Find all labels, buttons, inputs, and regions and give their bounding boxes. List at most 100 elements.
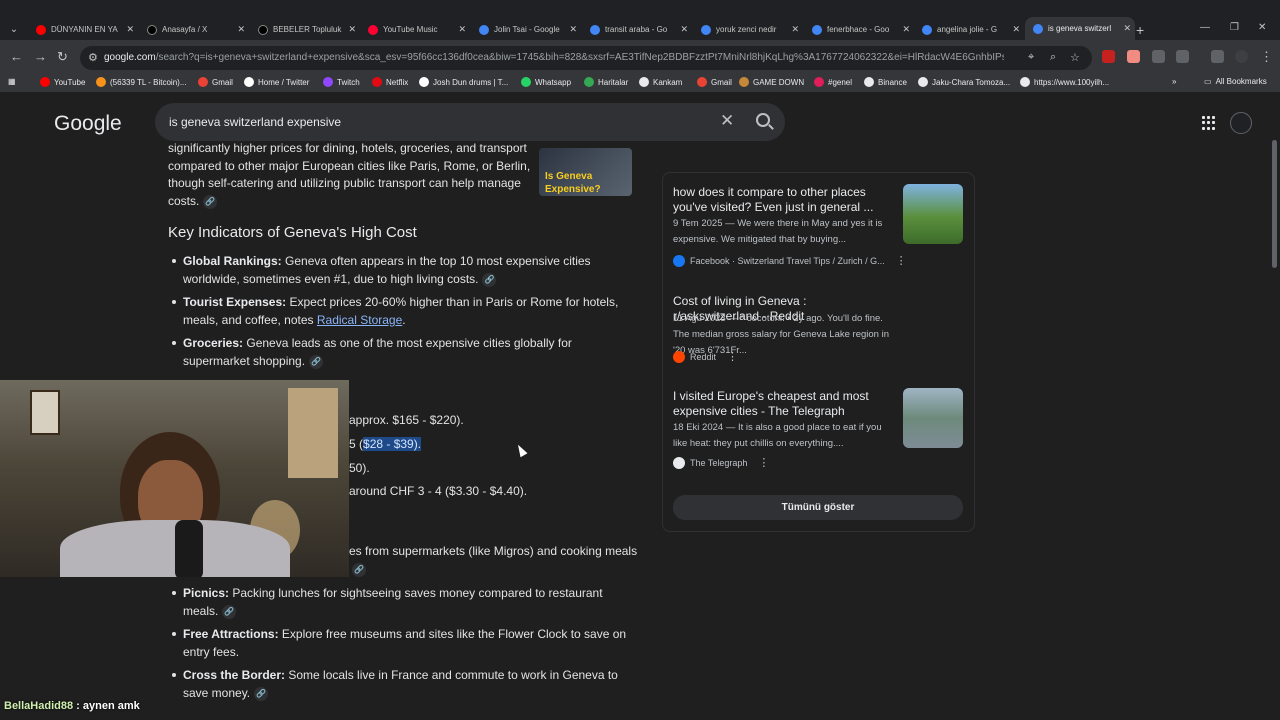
url-text[interactable]: google.com/search?q=is+geneva+switzerlan…: [104, 52, 1004, 63]
search-box[interactable]: is geneva switzerland expensive ✕: [155, 103, 785, 141]
close-icon[interactable]: ✕: [902, 19, 910, 40]
tab-3[interactable]: YouTube Music ✕: [360, 19, 470, 40]
forward-icon[interactable]: →: [34, 49, 47, 64]
more-options-icon[interactable]: ⋮: [896, 254, 907, 267]
facebook-icon: [673, 254, 685, 267]
close-icon[interactable]: ✕: [348, 19, 356, 40]
reload-icon[interactable]: ↻: [57, 49, 68, 65]
close-icon[interactable]: ✕: [458, 19, 466, 40]
twitch-icon: [323, 77, 333, 87]
extensions-puzzle-icon[interactable]: [1176, 50, 1189, 63]
google-logo[interactable]: Google: [54, 112, 122, 136]
link-icon[interactable]: 🔗: [352, 563, 366, 577]
source-origin[interactable]: The Telegraph ⋮: [673, 456, 769, 469]
tab-6[interactable]: yoruk zenci nedir ✕: [693, 19, 803, 40]
extension-icon[interactable]: [1127, 50, 1140, 63]
tab-0[interactable]: DÜNYANIN EN YA ✕: [28, 19, 138, 40]
bookmark-item[interactable]: Josh Dun drums | T...: [419, 77, 508, 87]
more-options-icon[interactable]: ⋮: [758, 456, 769, 469]
source-title[interactable]: I visited Europe's cheapest and most exp…: [673, 389, 893, 419]
site-icon: [739, 77, 749, 87]
link-icon[interactable]: 🔗: [203, 194, 218, 209]
link-icon[interactable]: 🔗: [482, 272, 497, 287]
clear-search-icon[interactable]: ✕: [720, 111, 734, 131]
location-icon[interactable]: ⌖: [1028, 51, 1034, 64]
source-origin[interactable]: Reddit ⋮: [673, 350, 738, 363]
bookmark-item[interactable]: Twitch: [323, 77, 360, 87]
bookmark-item[interactable]: Home / Twitter: [244, 77, 309, 87]
tab-1[interactable]: Anasayfa / X ✕: [139, 19, 249, 40]
tab-9-active[interactable]: is geneva switzerl ✕: [1025, 17, 1135, 40]
source-origin[interactable]: Facebook · Switzerland Travel Tips / Zur…: [673, 254, 907, 267]
show-all-button[interactable]: Tümünü göster: [673, 495, 963, 520]
search-icon[interactable]: [756, 113, 770, 127]
tab-7[interactable]: fenerbhace - Goo ✕: [804, 19, 914, 40]
link-icon[interactable]: 🔗: [309, 354, 324, 369]
list-item: Free Attractions: Explore free museums a…: [183, 627, 627, 659]
ai-intro-line: though self-catering and utilizing publi…: [168, 176, 521, 190]
tab-8[interactable]: angelina jolie - G ✕: [914, 19, 1024, 40]
tab-5[interactable]: transit araba - Go ✕: [582, 19, 692, 40]
close-icon[interactable]: ✕: [791, 19, 799, 40]
close-icon[interactable]: ✕: [1012, 19, 1020, 40]
minimize-button[interactable]: —: [1200, 22, 1210, 33]
address-bar[interactable]: ⚙ google.com/search?q=is+geneva+switzerl…: [80, 46, 1092, 70]
site-icon: [419, 77, 429, 87]
bullet-icon: [172, 259, 176, 263]
scrollbar-thumb[interactable]: [1272, 140, 1277, 268]
tab-2[interactable]: BEBELER Topluluk ✕: [250, 19, 360, 40]
apps-icon[interactable]: ▦: [8, 77, 16, 86]
extension-icon[interactable]: [1152, 50, 1165, 63]
source-thumbnail[interactable]: [903, 388, 963, 448]
maximize-button[interactable]: ❐: [1230, 22, 1239, 33]
profile-icon[interactable]: [1235, 50, 1248, 63]
bookmark-item[interactable]: Kankam: [639, 77, 682, 87]
bookmark-item[interactable]: Gmail: [198, 77, 233, 87]
close-icon[interactable]: ✕: [237, 19, 245, 40]
reading-list-icon[interactable]: [1211, 50, 1224, 63]
close-window-button[interactable]: ✕: [1258, 22, 1266, 33]
close-icon[interactable]: ✕: [680, 19, 688, 40]
bookmark-item[interactable]: Whatsapp: [521, 77, 571, 87]
list-item: Cross the Border: Some locals live in Fr…: [183, 668, 618, 701]
close-icon[interactable]: ✕: [1123, 17, 1131, 40]
ai-thumbnail[interactable]: Is Geneva Expensive?: [539, 148, 632, 196]
selected-text: $28 - $39).: [363, 437, 422, 451]
tab-search-icon[interactable]: ⌄: [6, 22, 22, 38]
site-info-icon[interactable]: ⚙: [88, 51, 98, 64]
bookmarks-overflow-icon[interactable]: »: [1172, 77, 1176, 86]
bookmark-item[interactable]: Netflix: [372, 77, 408, 87]
ai-intro-line: costs. 🔗: [168, 192, 218, 210]
back-icon[interactable]: ←: [10, 49, 23, 64]
bookmark-star-icon[interactable]: ☆: [1070, 51, 1080, 64]
more-options-icon[interactable]: ⋮: [727, 350, 738, 363]
link-icon[interactable]: 🔗: [254, 686, 269, 701]
bookmark-item[interactable]: Gmail: [697, 77, 732, 87]
google-icon: [479, 24, 489, 35]
bookmark-item[interactable]: GAME DOWN: [739, 77, 804, 87]
search-input[interactable]: is geneva switzerland expensive: [169, 115, 341, 129]
bookmark-item[interactable]: YouTube: [40, 77, 85, 87]
close-icon[interactable]: ✕: [126, 19, 134, 40]
all-bookmarks[interactable]: ▭ All Bookmarks: [1204, 77, 1267, 86]
link-icon[interactable]: 🔗: [222, 604, 237, 619]
source-title[interactable]: how does it compare to other places you'…: [673, 185, 893, 215]
bookmark-item[interactable]: https://www.100yilh...: [1020, 77, 1109, 87]
menu-icon[interactable]: ⋮: [1260, 49, 1273, 65]
bookmark-item[interactable]: (56339 TL - Bitcoin)...: [96, 77, 186, 87]
radical-storage-link[interactable]: Radical Storage: [317, 313, 402, 327]
zoom-icon[interactable]: ⌕: [1050, 51, 1056, 64]
account-avatar[interactable]: [1230, 112, 1252, 134]
tab-4[interactable]: Jolin Tsai - Google ✕: [471, 19, 581, 40]
bookmark-item[interactable]: Binance: [864, 77, 907, 87]
close-icon[interactable]: ✕: [569, 19, 577, 40]
source-thumbnail[interactable]: [903, 184, 963, 244]
bookmark-item[interactable]: Jaku-Chara Tomoza...: [918, 77, 1010, 87]
google-apps-icon[interactable]: [1202, 116, 1216, 130]
extension-icon[interactable]: [1102, 50, 1115, 63]
source-snippet: 18 Eki 2024 — It is also a good place to…: [673, 422, 882, 449]
bookmark-item[interactable]: #genel: [814, 77, 852, 87]
bookmark-item[interactable]: Haritalar: [584, 77, 628, 87]
whatsapp-icon: [521, 77, 531, 87]
new-tab-button[interactable]: +: [1136, 22, 1144, 38]
